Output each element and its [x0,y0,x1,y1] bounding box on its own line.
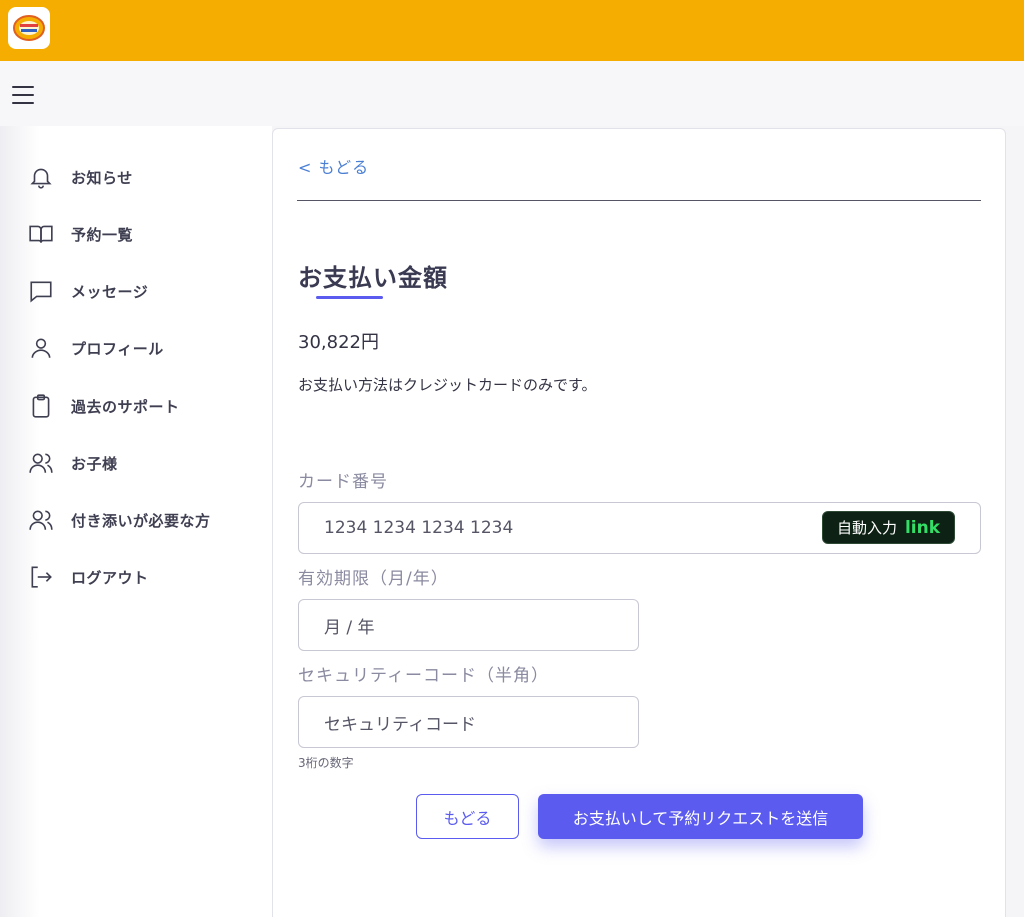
sidebar-item-label: ログアウト [71,568,149,587]
payment-method-note: お支払い方法はクレジットカードのみです。 [298,376,597,394]
sidebar-item-companions[interactable]: 付き添いが必要な方 [28,505,258,535]
security-code-helper: 3桁の数字 [298,756,354,770]
logo-icon [13,15,45,41]
bell-icon [30,168,52,189]
sidebar-item-label: 過去のサポート [71,397,180,416]
autofill-label: 自動入力 [836,519,897,537]
sidebar-item-label: お知らせ [71,168,133,187]
page-title: お支払い金額 [298,264,448,292]
sidebar-item-past-support[interactable]: 過去のサポート [28,391,258,421]
sidebar-item-profile[interactable]: プロフィール [28,333,258,363]
user-icon [31,338,51,358]
sidebar-item-children[interactable]: お子様 [28,448,258,478]
expiry-input[interactable]: 月 / 年 [298,599,639,651]
sidebar-item-reservations[interactable]: 予約一覧 [28,219,258,249]
submit-payment-button[interactable]: お支払いして予約リクエストを送信 [538,794,863,839]
sidebar-item-notifications[interactable]: お知らせ [28,162,258,192]
divider [297,200,981,201]
security-code-placeholder: セキュリティコード [324,714,476,735]
sidebar-item-label: プロフィール [71,339,164,358]
book-icon [29,225,53,243]
back-link[interactable]: < もどる [298,154,369,178]
sidebar-item-label: 予約一覧 [71,225,134,244]
card-number-label: カード番号 [298,472,388,492]
sub-header-bar [0,61,1024,126]
hamburger-menu-icon[interactable] [12,86,34,104]
security-code-input[interactable]: セキュリティコード [298,696,639,748]
users-icon [29,510,53,530]
expiry-label: 有効期限（月/年） [298,569,449,589]
card-number-placeholder: 1234 1234 1234 1234 [324,518,514,538]
logout-icon [31,566,52,588]
sidebar-item-logout[interactable]: ログアウト [28,562,258,592]
autofill-link-button[interactable]: 自動入力 link [822,511,955,544]
message-icon [30,281,52,303]
sidebar-item-messages[interactable]: メッセージ [28,276,258,306]
sidebar-item-label: メッセージ [71,282,149,301]
top-header-bar [0,0,1024,61]
payment-amount: 30,822円 [298,332,379,353]
clipboard-icon [32,394,50,418]
users-icon [29,453,53,473]
sidebar-item-label: お子様 [71,454,118,473]
sidebar-item-label: 付き添いが必要な方 [71,511,211,530]
app-logo[interactable] [8,7,50,49]
link-logo-text: link [904,517,941,538]
back-button[interactable]: もどる [416,794,519,839]
expiry-placeholder: 月 / 年 [324,617,375,638]
title-underline [316,296,383,299]
security-code-label: セキュリティーコード（半角） [298,666,549,686]
